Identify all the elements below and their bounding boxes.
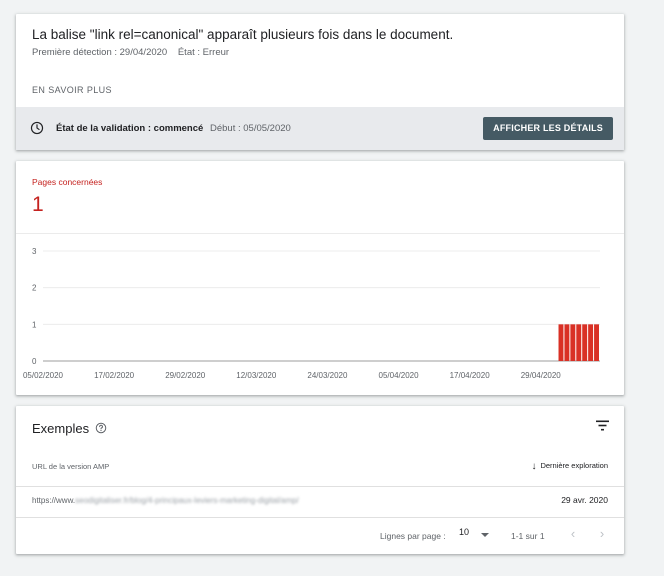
x-tick-label: 05/02/2020 bbox=[23, 371, 64, 380]
chart-bar bbox=[570, 324, 576, 361]
column-header-last-crawl[interactable]: ↓ Dernière exploration bbox=[531, 461, 608, 472]
column-header-last-crawl-label: Dernière exploration bbox=[540, 461, 608, 470]
rows-per-page-label: Lignes par page : bbox=[380, 531, 446, 541]
y-tick-label: 3 bbox=[32, 247, 37, 256]
next-page-icon[interactable]: › bbox=[595, 527, 609, 541]
x-tick-label: 24/03/2020 bbox=[307, 371, 348, 380]
filter-icon[interactable] bbox=[596, 420, 609, 431]
table-row-date: 29 avr. 2020 bbox=[561, 495, 608, 505]
row-divider bbox=[16, 517, 624, 518]
chart-bar bbox=[594, 324, 599, 361]
y-tick-label: 1 bbox=[32, 320, 37, 329]
y-tick-label: 2 bbox=[32, 284, 37, 293]
x-tick-label: 29/02/2020 bbox=[165, 371, 206, 380]
issue-state: État : Erreur bbox=[177, 47, 230, 58]
chart-bar bbox=[558, 324, 564, 361]
url-prefix: https://www. bbox=[32, 496, 76, 505]
url-rest: seodigitaliser.fr/blog/4-principaux-levi… bbox=[75, 496, 299, 505]
dropdown-caret-icon bbox=[481, 533, 489, 537]
chart-bar bbox=[576, 324, 582, 361]
first-detection: Première détection : 29/04/2020 bbox=[32, 47, 168, 58]
chart-bar bbox=[582, 324, 588, 361]
issue-title: La balise "link rel=canonical" apparaît … bbox=[32, 27, 454, 42]
validation-state: État de la validation : commencé bbox=[56, 123, 204, 134]
previous-page-icon[interactable]: ‹ bbox=[566, 527, 580, 541]
table-row-url[interactable]: https://www.seodigitaliser.fr/blog/4-pri… bbox=[32, 496, 299, 505]
x-tick-label: 17/02/2020 bbox=[94, 371, 135, 380]
chart-bar bbox=[588, 324, 594, 361]
issue-card: La balise "link rel=canonical" apparaît … bbox=[16, 14, 624, 150]
chart-separator bbox=[16, 233, 624, 234]
rows-per-page-select[interactable]: 10 bbox=[459, 527, 489, 543]
arrow-down-icon: ↓ bbox=[531, 461, 537, 472]
y-tick-label: 0 bbox=[32, 357, 37, 366]
x-tick-label: 17/04/2020 bbox=[450, 371, 491, 380]
examples-card: Exemples URL de la version AMP ↓ Dernière… bbox=[16, 406, 624, 554]
clock-icon bbox=[30, 121, 44, 135]
affected-pages-chart: 0 1 2 3 05/02/2020 17/02/2020 29/02/2020 12/03/… bbox=[23, 247, 600, 380]
affected-pages-label: Pages concernées bbox=[32, 177, 103, 187]
column-header-url: URL de la version AMP bbox=[32, 462, 110, 471]
affected-pages-card: Pages concernées 1 0 1 2 3 05/02/2020 17/02/2… bbox=[16, 161, 624, 395]
show-details-button[interactable]: AFFICHER LES DÉTAILS bbox=[483, 117, 613, 140]
learn-more-link[interactable]: EN SAVOIR PLUS bbox=[32, 85, 112, 95]
header-divider bbox=[16, 486, 624, 487]
x-tick-label: 29/04/2020 bbox=[521, 371, 562, 380]
x-tick-label: 12/03/2020 bbox=[236, 371, 277, 380]
examples-title: Exemples bbox=[32, 421, 90, 436]
rows-per-page-value: 10 bbox=[459, 527, 470, 537]
chart-bar bbox=[564, 324, 570, 361]
pagination-range: 1-1 sur 1 bbox=[511, 531, 545, 541]
x-tick-label: 05/04/2020 bbox=[379, 371, 420, 380]
issue-meta: Première détection : 29/04/2020 État : E… bbox=[32, 47, 237, 58]
help-icon[interactable] bbox=[95, 422, 107, 434]
validation-start: Début : 05/05/2020 bbox=[210, 123, 291, 134]
affected-pages-count: 1 bbox=[32, 193, 44, 216]
validation-bar: État de la validation : commencé Début :… bbox=[16, 107, 624, 150]
